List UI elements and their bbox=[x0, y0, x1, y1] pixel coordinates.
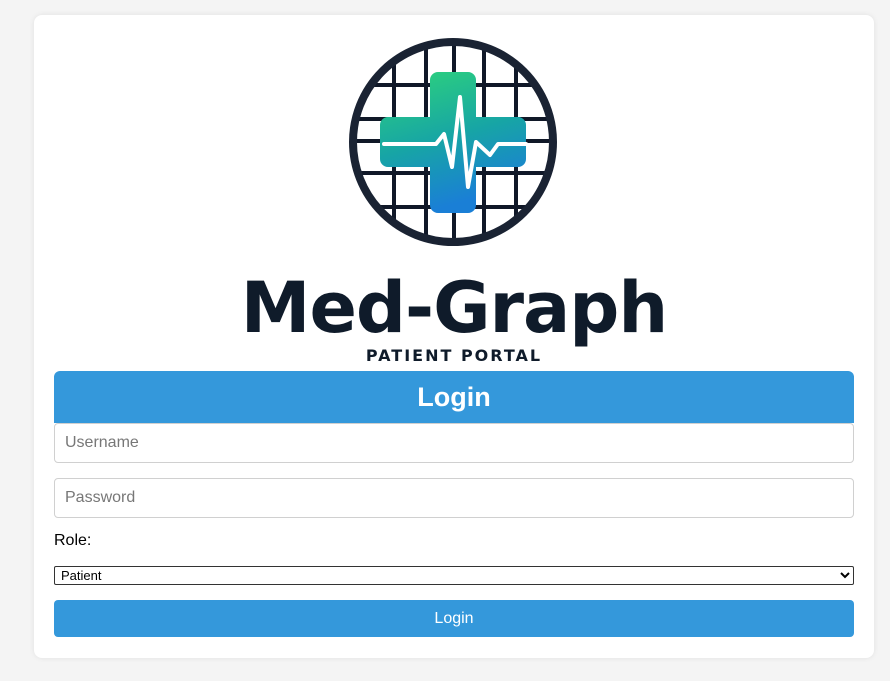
username-input[interactable] bbox=[54, 423, 854, 463]
brand-logo: Med-Graph PATIENT PORTAL bbox=[34, 37, 874, 367]
login-title: Login bbox=[417, 381, 491, 412]
login-card: Med-Graph PATIENT PORTAL Login Role: Pat… bbox=[34, 15, 874, 658]
role-select[interactable]: Patient bbox=[54, 566, 854, 585]
login-header: Login bbox=[54, 371, 854, 423]
password-input[interactable] bbox=[54, 478, 854, 518]
brand-tagline: PATIENT PORTAL bbox=[366, 346, 542, 365]
role-label: Role: bbox=[54, 532, 92, 549]
medical-cross-heartbeat-icon: Med-Graph PATIENT PORTAL bbox=[244, 38, 664, 365]
brand-name: Med-Graph bbox=[244, 267, 664, 349]
login-button[interactable]: Login bbox=[54, 600, 854, 637]
